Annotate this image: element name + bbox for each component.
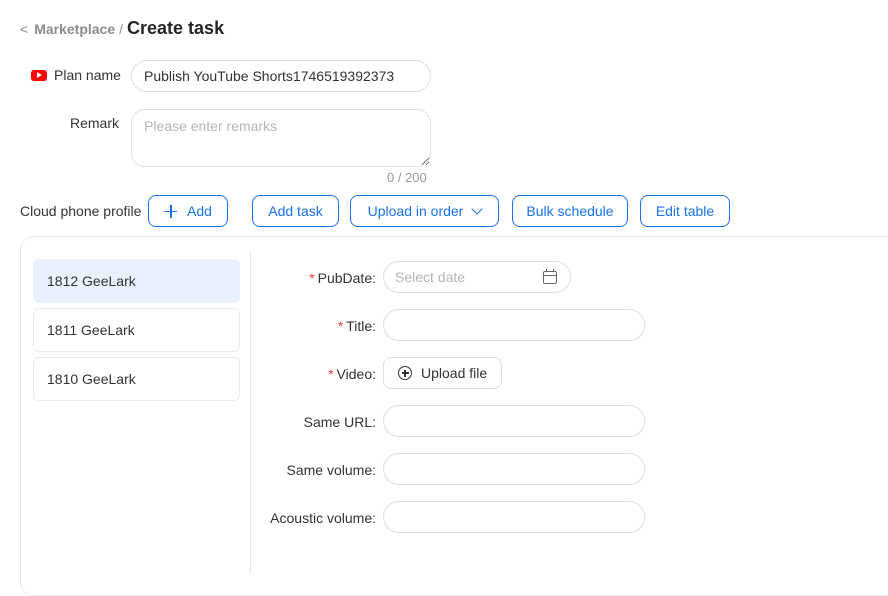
upload-in-order-label: Upload in order xyxy=(367,203,464,219)
acoustic-volume-input[interactable] xyxy=(383,501,645,533)
remark-textarea[interactable] xyxy=(131,109,431,167)
plan-name-label-row: Plan name xyxy=(31,66,121,84)
breadcrumb: < Marketplace / Create task xyxy=(20,18,224,40)
plan-name-input[interactable] xyxy=(131,60,431,92)
same-url-label: Same URL: xyxy=(303,414,376,430)
chevron-down-icon xyxy=(471,203,484,215)
pubdate-placeholder: Select date xyxy=(395,269,466,285)
add-button-label: Add xyxy=(187,203,212,219)
acoustic-volume-label: Acoustic volume: xyxy=(270,510,376,526)
remark-label: Remark xyxy=(69,115,119,131)
circle-plus-icon xyxy=(398,366,412,380)
back-chevron-icon[interactable]: < xyxy=(20,21,28,37)
cloud-phone-profile-label: Cloud phone profile xyxy=(20,203,142,219)
title-label: * Title: xyxy=(337,318,376,334)
add-task-button[interactable]: Add task xyxy=(252,195,339,227)
page-title: Create task xyxy=(127,18,225,38)
plus-icon xyxy=(164,204,178,218)
edit-table-button[interactable]: Edit table xyxy=(640,195,730,227)
upload-in-order-dropdown[interactable]: Upload in order xyxy=(350,195,499,227)
title-input[interactable] xyxy=(383,309,645,341)
upload-file-button[interactable]: Upload file xyxy=(383,357,503,389)
same-volume-input[interactable] xyxy=(383,453,645,485)
breadcrumb-separator: / xyxy=(119,21,124,37)
breadcrumb-marketplace-link[interactable]: Marketplace xyxy=(34,21,115,37)
bulk-schedule-button[interactable]: Bulk schedule xyxy=(512,195,628,227)
plan-name-label: Plan name xyxy=(54,67,121,83)
calendar-icon xyxy=(543,268,557,284)
video-label: * Video: xyxy=(328,366,376,382)
upload-file-label: Upload file xyxy=(421,365,488,381)
youtube-icon xyxy=(31,69,47,81)
pubdate-picker[interactable]: Select date xyxy=(383,261,571,293)
same-url-input[interactable] xyxy=(383,405,645,437)
add-button[interactable]: Add xyxy=(148,195,228,227)
remark-char-counter: 0 / 200 xyxy=(387,170,427,185)
pubdate-label: * PubDate: xyxy=(309,270,376,286)
same-volume-label: Same volume: xyxy=(286,462,376,478)
